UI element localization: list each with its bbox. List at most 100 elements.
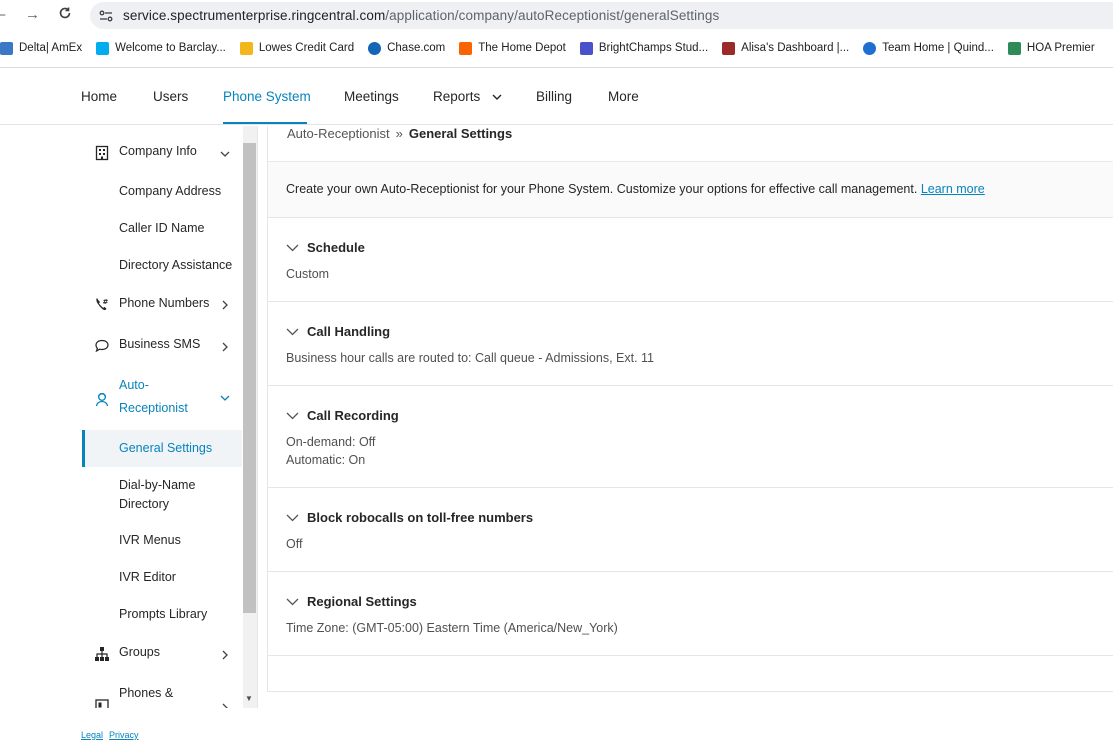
receptionist-icon xyxy=(95,392,109,407)
bookmark-label: Alisa's Dashboard |... xyxy=(741,42,850,54)
nav-meetings[interactable]: Meetings xyxy=(344,89,399,104)
section-line: Business hour calls are routed to: Call … xyxy=(286,351,655,365)
scroll-down-arrow-icon[interactable]: ▼ xyxy=(245,694,253,703)
bookmark-item[interactable]: Alisa's Dashboard |... xyxy=(722,41,850,55)
chevron-down-icon xyxy=(286,598,299,605)
page-title: General Settings xyxy=(408,126,513,141)
chevron-down-icon xyxy=(286,328,299,335)
back-icon[interactable]: – xyxy=(0,6,5,24)
privacy-link[interactable]: Privacy xyxy=(109,730,139,740)
url-path: /application/company/autoReceptionist/ge… xyxy=(385,8,720,23)
chevron-down-icon xyxy=(220,151,230,157)
eagle-icon xyxy=(96,41,110,55)
bookmark-item[interactable]: Team Home | Quind... xyxy=(863,41,994,55)
legal-link[interactable]: Legal xyxy=(81,730,103,740)
app-header: Home Users Phone System Meetings Reports… xyxy=(0,68,1113,125)
nav-home[interactable]: Home xyxy=(81,89,117,104)
sidebar-item-auto-receptionist[interactable]: Auto- Receptionist xyxy=(82,378,242,418)
section-header[interactable]: Call Handling xyxy=(286,324,390,339)
section-title: Schedule xyxy=(307,240,365,255)
sidebar-item-dial-by-name-directory[interactable]: Dial-by-Name Directory xyxy=(82,478,242,518)
learn-more-link[interactable]: Learn more xyxy=(921,182,985,196)
sidebar-item-label: Company Address xyxy=(119,184,222,198)
card-icon xyxy=(0,41,13,55)
section-call-handling[interactable]: Call Handling Business hour calls are ro… xyxy=(268,302,1113,386)
section-header[interactable]: Block robocalls on toll-free numbers xyxy=(286,510,533,525)
sidebar-item-label: Business SMS xyxy=(119,337,201,351)
bookmark-label: The Home Depot xyxy=(478,42,566,54)
breadcrumb-parent[interactable]: Auto-Receptionist xyxy=(287,126,390,141)
sidebar-item-label: Company Info xyxy=(119,144,197,158)
section-title: Call Handling xyxy=(307,324,391,339)
nav-users[interactable]: Users xyxy=(153,89,188,104)
sidebar-item-groups[interactable]: Groups xyxy=(82,645,242,663)
chat-bubble-icon xyxy=(95,339,109,353)
chevron-down-icon xyxy=(286,514,299,521)
browser-toolbar: – → service.spectrumenterprise.ringcentr… xyxy=(0,0,1113,32)
section-header[interactable]: Regional Settings xyxy=(286,594,417,609)
desk-phone-icon xyxy=(95,699,109,708)
bars-icon xyxy=(239,41,253,55)
intro-text: Create your own Auto-Receptionist for yo… xyxy=(286,182,985,196)
footer-links: Legal Privacy xyxy=(81,730,145,740)
section-block-robocalls[interactable]: Block robocalls on toll-free numbers Off xyxy=(268,488,1113,572)
bookmark-label: Team Home | Quind... xyxy=(882,42,994,54)
bookmark-item[interactable]: Chase.com xyxy=(368,41,445,55)
section-call-recording[interactable]: Call Recording On-demand: Off Automatic:… xyxy=(268,386,1113,488)
section-line: Off xyxy=(286,537,303,551)
nav-phone-system[interactable]: Phone System xyxy=(223,89,311,104)
bookmark-item[interactable]: Welcome to Barclay... xyxy=(96,41,226,55)
section-value: Business hour calls are routed to: Call … xyxy=(286,349,654,367)
address-bar[interactable]: service.spectrumenterprise.ringcentral.c… xyxy=(90,2,1113,29)
check-icon xyxy=(1007,41,1021,55)
sidebar-item-label: IVR Menus xyxy=(119,533,181,547)
bookmark-item[interactable]: HOA Premier xyxy=(1007,41,1095,55)
forward-icon[interactable]: → xyxy=(25,6,40,24)
sidebar-item-label: Directory xyxy=(119,497,170,511)
section-header[interactable]: Call Recording xyxy=(286,408,399,423)
bookmark-label: BrightChamps Stud... xyxy=(598,42,709,54)
intro-banner: Create your own Auto-Receptionist for yo… xyxy=(268,162,1113,218)
q-icon xyxy=(863,41,877,55)
bookmark-item[interactable]: Delta| AmEx xyxy=(0,41,83,55)
bookmark-item[interactable]: BrightChamps Stud... xyxy=(579,41,709,55)
chevron-right-icon xyxy=(222,300,228,310)
site-settings-icon[interactable] xyxy=(98,8,114,24)
bookmark-label: HOA Premier xyxy=(1026,42,1095,54)
org-chart-icon xyxy=(95,647,109,661)
section-header[interactable]: Schedule xyxy=(286,240,365,255)
bookmark-item[interactable]: Lowes Credit Card xyxy=(239,41,355,55)
sidebar: Company Info Company Address Caller ID N… xyxy=(82,126,258,708)
section-line: Time Zone: (GMT-05:00) Eastern Time (Ame… xyxy=(286,621,618,635)
reload-icon[interactable] xyxy=(58,6,72,25)
section-value: Custom xyxy=(286,265,329,283)
section-title: Regional Settings xyxy=(307,594,417,609)
section-schedule[interactable]: Schedule Custom xyxy=(268,218,1113,302)
octagon-icon xyxy=(368,41,382,55)
nav-reports[interactable]: Reports xyxy=(433,89,502,104)
nav-billing[interactable]: Billing xyxy=(536,89,572,104)
sidebar-item-label: General Settings xyxy=(119,441,213,455)
sidebar-scroll-thumb[interactable] xyxy=(243,143,256,613)
sidebar-item-phones-devices[interactable]: Phones & xyxy=(82,686,242,708)
bookmark-label: Delta| AmEx xyxy=(19,42,83,54)
nav-more[interactable]: More xyxy=(608,89,639,104)
url-text: service.spectrumenterprise.ringcentral.c… xyxy=(123,8,719,23)
section-line: On-demand: Off xyxy=(286,435,376,449)
section-title: Block robocalls on toll-free numbers xyxy=(307,510,534,525)
sidebar-item-label: Phone Numbers xyxy=(119,296,210,310)
section-regional-settings[interactable]: Regional Settings Time Zone: (GMT-05:00)… xyxy=(268,572,1113,656)
bookmark-label: Lowes Credit Card xyxy=(258,42,355,54)
section-line: Automatic: On xyxy=(286,453,366,467)
sidebar-item-company-info[interactable]: Company Info xyxy=(82,144,242,162)
chevron-down-icon xyxy=(286,412,299,419)
section-value: On-demand: Off Automatic: On xyxy=(286,433,375,469)
active-tab-indicator xyxy=(223,122,307,124)
section-value: Time Zone: (GMT-05:00) Eastern Time (Ame… xyxy=(286,619,618,637)
bookmark-item[interactable]: The Home Depot xyxy=(459,41,566,55)
sidebar-item-business-sms[interactable]: Business SMS xyxy=(82,337,242,355)
chevron-down-icon xyxy=(286,244,299,251)
sidebar-item-label: Receptionist xyxy=(119,401,188,415)
sidebar-item-phone-numbers[interactable]: # Phone Numbers xyxy=(82,296,242,314)
chevron-right-icon xyxy=(222,703,228,708)
